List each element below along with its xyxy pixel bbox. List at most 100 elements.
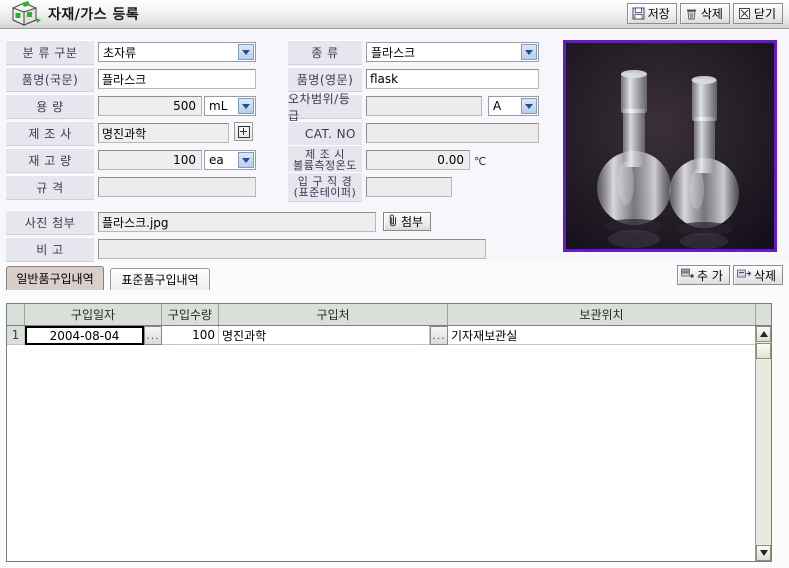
add-row-button[interactable]: 추 가 bbox=[677, 265, 730, 285]
kind-value: 플라스크 bbox=[371, 45, 416, 60]
table-row[interactable]: 1 2004-08-04 ... 100 명진과학 ... 기자재보관실 bbox=[7, 326, 771, 345]
grid-col-index bbox=[7, 304, 25, 325]
triangle-up-icon bbox=[759, 331, 768, 337]
grade-value: A bbox=[493, 99, 502, 113]
capacity-unit-value: mL bbox=[209, 99, 228, 113]
remark-input[interactable] bbox=[98, 239, 486, 259]
grid-col-date: 구입일자 bbox=[25, 304, 162, 325]
chevron-down-icon[interactable] bbox=[238, 44, 254, 60]
save-floppy-icon bbox=[632, 7, 645, 20]
classification-select[interactable]: 초자류 bbox=[98, 42, 256, 62]
add-row-label: 추 가 bbox=[697, 268, 723, 283]
grade-select[interactable]: A bbox=[488, 96, 539, 116]
name-en-input[interactable]: flask bbox=[366, 69, 539, 89]
tab-general-purchase-label: 일반품구입내역 bbox=[16, 272, 94, 286]
measure-temp-input[interactable]: 0.00 bbox=[366, 150, 470, 170]
neck-diameter-input[interactable] bbox=[366, 177, 452, 197]
photo-attach-label: 사진 첨부 bbox=[6, 210, 94, 235]
grid-col-quantity: 구입수량 bbox=[162, 304, 219, 325]
window-title: 자재/가스 등록 bbox=[48, 7, 140, 23]
save-button[interactable]: 저장 bbox=[626, 3, 677, 24]
chevron-down-icon[interactable] bbox=[238, 152, 254, 168]
classification-label: 분 류 구분 bbox=[6, 40, 94, 65]
purchase-tabs: 일반품구입내역 표준품구입내역 추 가 삭제 bbox=[0, 262, 789, 304]
location-cell[interactable]: 기자재보관실 bbox=[448, 326, 756, 345]
measure-temp-unit: ℃ bbox=[474, 155, 487, 168]
kind-select[interactable]: 플라스크 bbox=[366, 42, 539, 62]
maker-label: 제 조 사 bbox=[6, 121, 94, 146]
grid-header-row: 구입일자 구입수량 구입처 보관위치 bbox=[7, 304, 771, 326]
capacity-unit-select[interactable]: mL bbox=[204, 96, 256, 116]
grid-col-location: 보관위치 bbox=[448, 304, 756, 325]
photo-file-input[interactable]: 플라스크.jpg bbox=[98, 212, 376, 232]
flask-photo-image bbox=[566, 43, 774, 249]
purchase-date-cell[interactable]: 2004-08-04 bbox=[25, 326, 144, 345]
capacity-input[interactable]: 500 bbox=[98, 96, 202, 116]
row-delete-icon bbox=[737, 268, 752, 283]
spec-label: 규 격 bbox=[6, 175, 94, 200]
name-ko-input[interactable]: 플라스크 bbox=[98, 69, 256, 89]
maker-input[interactable]: 명진과학 bbox=[98, 123, 229, 143]
attach-button-label: 첨부 bbox=[401, 215, 424, 229]
titlebar-button-group: 저장 삭제 닫기 bbox=[626, 3, 783, 24]
cat-no-label: CAT. NO bbox=[288, 121, 362, 146]
scrollbar-track[interactable] bbox=[756, 360, 771, 544]
tab-general-purchase[interactable]: 일반품구입내역 bbox=[6, 266, 104, 290]
tolerance-label: 오차범위/등급 bbox=[288, 92, 362, 123]
remark-label: 비 고 bbox=[6, 237, 94, 262]
chevron-down-icon[interactable] bbox=[521, 44, 537, 60]
name-ko-label: 품명(국문) bbox=[6, 67, 94, 92]
maker-picker-button[interactable] bbox=[234, 122, 253, 141]
chevron-down-icon[interactable] bbox=[238, 98, 254, 114]
add-box-icon bbox=[237, 125, 250, 138]
row-add-icon bbox=[681, 268, 694, 283]
supplier-picker-button[interactable]: ... bbox=[430, 326, 448, 345]
spec-input[interactable] bbox=[98, 177, 256, 197]
delete-button[interactable]: 삭제 bbox=[679, 3, 730, 24]
scroll-up-button[interactable] bbox=[756, 326, 771, 342]
classification-value: 초자류 bbox=[103, 45, 137, 60]
chevron-down-icon[interactable] bbox=[521, 98, 537, 114]
grid-empty-area bbox=[7, 345, 771, 561]
box-cube-icon bbox=[8, 1, 42, 27]
grid-col-supplier: 구입처 bbox=[219, 304, 448, 325]
stock-label: 재 고 량 bbox=[6, 148, 94, 173]
scroll-down-button[interactable] bbox=[756, 545, 771, 561]
close-x-icon bbox=[738, 7, 751, 20]
attach-button[interactable]: 첨부 bbox=[383, 212, 432, 231]
quantity-cell[interactable]: 100 bbox=[162, 326, 219, 345]
neck-diameter-label-line2: (표준테이퍼) bbox=[293, 186, 357, 199]
material-gas-registration-window: 자재/가스 등록 저장 삭제 닫기 분 류 구분 초자류 종 류 플라스크 품명… bbox=[0, 0, 789, 568]
date-picker-button[interactable]: ... bbox=[144, 326, 162, 345]
stock-unit-value: ea bbox=[209, 153, 224, 167]
photo-preview bbox=[563, 40, 777, 252]
measure-temp-label: 제 조 시 볼륨측정온도 bbox=[288, 145, 362, 175]
delete-row-label: 삭제 bbox=[753, 268, 776, 283]
tab-standard-purchase-label: 표준품구입내역 bbox=[121, 273, 199, 287]
close-button[interactable]: 닫기 bbox=[732, 3, 783, 24]
delete-button-label: 삭제 bbox=[700, 7, 723, 21]
stock-input[interactable]: 100 bbox=[98, 150, 202, 170]
grid-action-buttons: 추 가 삭제 bbox=[677, 265, 783, 285]
kind-label: 종 류 bbox=[288, 40, 362, 65]
delete-row-button[interactable]: 삭제 bbox=[732, 265, 783, 285]
purchase-history-grid: 구입일자 구입수량 구입처 보관위치 1 2004-08-04 ... 100 … bbox=[6, 303, 772, 562]
triangle-down-icon bbox=[759, 550, 768, 556]
trash-icon bbox=[685, 7, 698, 20]
grid-vertical-scrollbar[interactable] bbox=[755, 326, 771, 561]
stock-unit-select[interactable]: ea bbox=[204, 150, 256, 170]
supplier-cell[interactable]: 명진과학 bbox=[219, 326, 430, 345]
paperclip-icon bbox=[388, 214, 398, 230]
row-index: 1 bbox=[7, 326, 25, 345]
cat-no-input[interactable] bbox=[366, 123, 539, 143]
measure-temp-label-line2: 볼륨측정온도 bbox=[293, 159, 357, 172]
capacity-label: 용 량 bbox=[6, 94, 94, 119]
tab-standard-purchase[interactable]: 표준품구입내역 bbox=[110, 268, 210, 290]
scrollbar-thumb[interactable] bbox=[756, 343, 771, 359]
save-button-label: 저장 bbox=[647, 7, 670, 21]
tolerance-input[interactable] bbox=[366, 96, 482, 116]
neck-diameter-label: 입 구 직 경 (표준테이퍼) bbox=[288, 172, 362, 202]
name-en-label: 품명(영문) bbox=[288, 67, 362, 92]
close-button-label: 닫기 bbox=[753, 7, 776, 21]
title-bar: 자재/가스 등록 저장 삭제 닫기 bbox=[0, 0, 789, 29]
